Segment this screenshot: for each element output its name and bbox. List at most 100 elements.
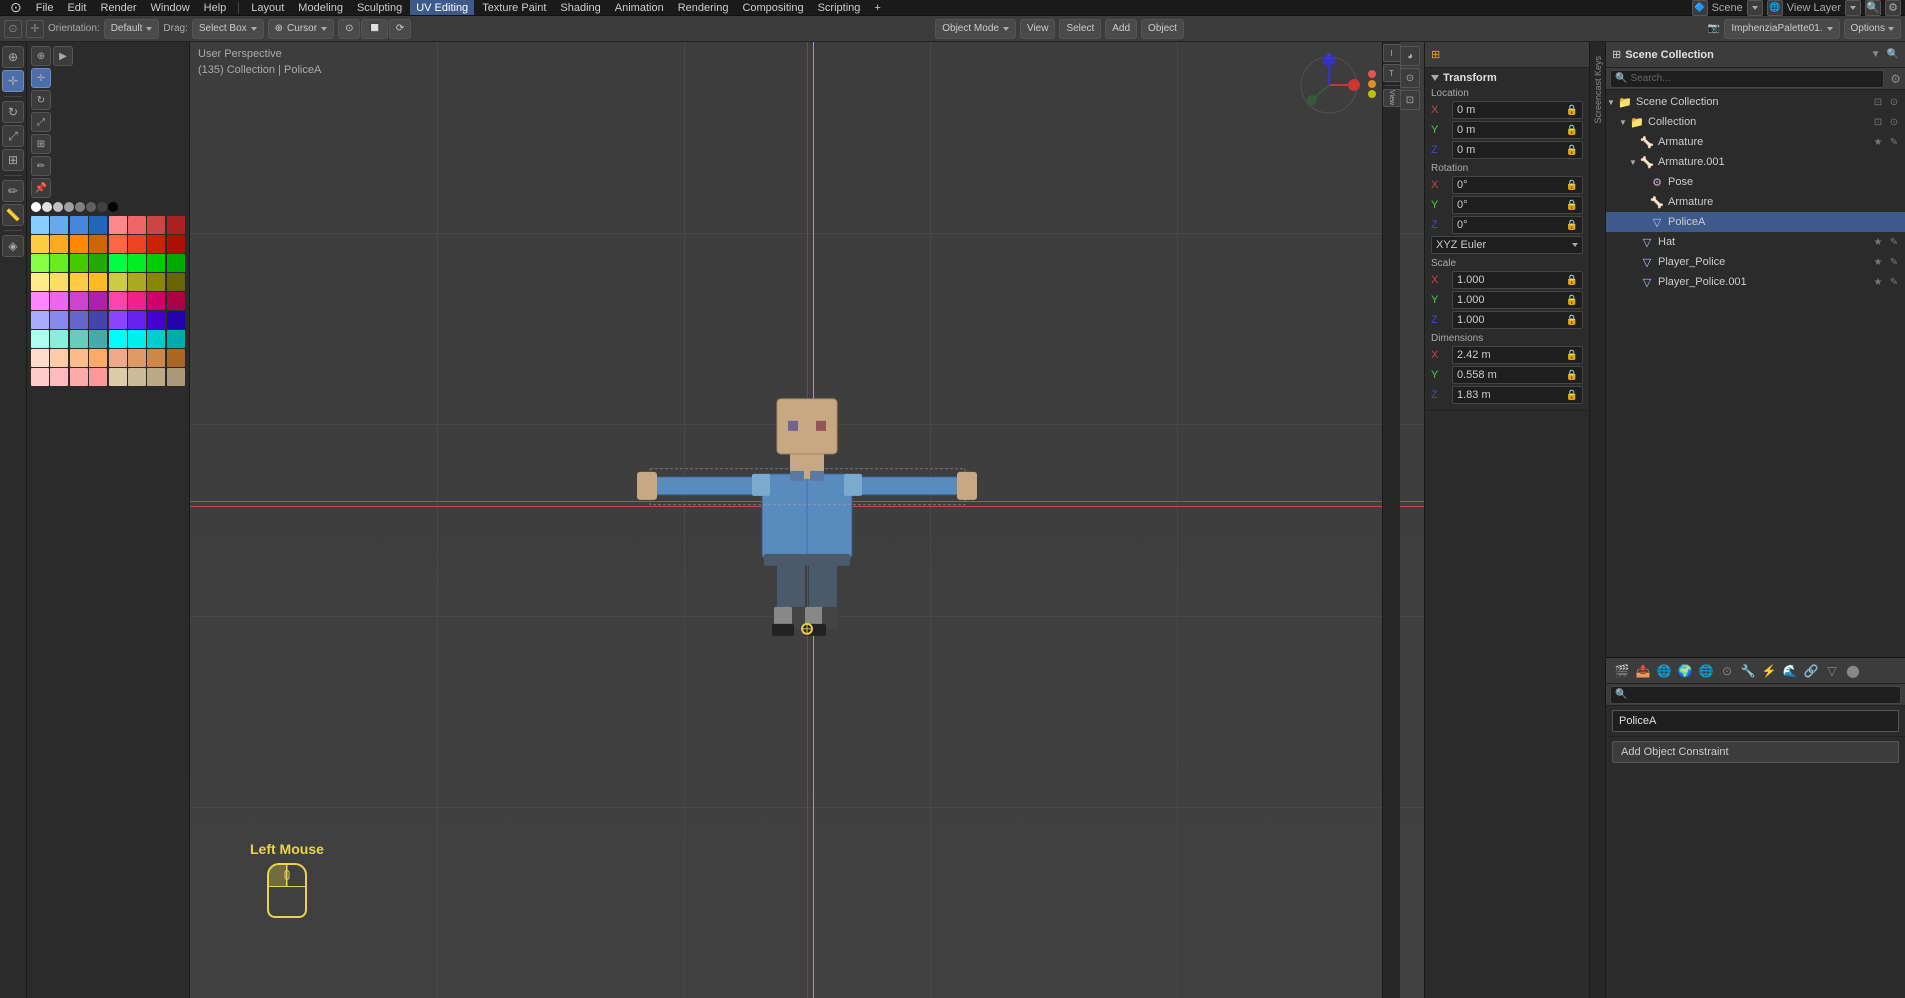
color-swatch-61[interactable] [109,349,127,367]
color-swatch-9[interactable] [31,235,49,253]
lock-icon-z[interactable]: 🔒 [1566,145,1578,156]
color-swatch-50[interactable] [50,330,68,348]
rotate-tool[interactable]: ↻ [2,101,24,123]
color-swatch-32[interactable] [167,273,185,291]
drag-mode-dropdown[interactable]: Select Box [192,19,264,39]
location-y-field[interactable]: 0 m 🔒 [1452,121,1583,139]
header-icon-1[interactable]: ⊙ [4,20,22,38]
dim-z-field[interactable]: 1.83 m 🔒 [1452,386,1583,404]
workspace-layout[interactable]: Layout [245,0,290,15]
color-swatch-70[interactable] [128,368,146,386]
outliner-pose[interactable]: ⚙ Pose [1606,172,1905,192]
color-swatch-14[interactable] [128,235,146,253]
workspace-modeling[interactable]: Modeling [292,0,349,15]
transform-btn[interactable]: ⟳ [389,19,411,39]
uv-annotate-tool[interactable]: ✏ [31,156,51,176]
scale-z-field[interactable]: 1.000 🔒 [1452,311,1583,329]
color-swatch-66[interactable] [50,368,68,386]
outliner-search-icon[interactable]: 🔍 [1887,49,1899,60]
color-swatch-27[interactable] [70,273,88,291]
color-swatch-49[interactable] [31,330,49,348]
player-star[interactable]: ★ [1871,255,1885,269]
select-menu-btn[interactable]: Select [1059,19,1101,39]
color-swatch-19[interactable] [70,254,88,272]
color-swatch-69[interactable] [109,368,127,386]
object-mode-dropdown[interactable]: Object Mode [935,19,1016,39]
color-swatch-60[interactable] [89,349,107,367]
outliner-scene-collection[interactable]: ▼ 📁 Scene Collection ⊡ ⊙ [1606,92,1905,112]
scale-tool[interactable]: ⤢ [2,125,24,147]
coll-exclude[interactable]: ⊡ [1871,115,1885,129]
workspace-texture-paint[interactable]: Texture Paint [476,0,552,15]
color-swatch-34[interactable] [50,292,68,310]
swatch-g2[interactable] [75,202,85,212]
particles-props-icon[interactable]: ⚡ [1759,661,1779,681]
physics-props-icon[interactable]: 🌊 [1780,661,1800,681]
rotation-z-field[interactable]: 0° 🔒 [1452,216,1583,234]
menu-window[interactable]: Window [145,0,196,15]
uv-scale-tool[interactable]: ⤢ [31,112,51,132]
swatch-dg[interactable] [97,202,107,212]
object-menu-btn[interactable]: Object [1141,19,1184,39]
menu-edit[interactable]: Edit [61,0,92,15]
coll-holdout[interactable]: ⊙ [1887,115,1901,129]
color-swatch-25[interactable] [31,273,49,291]
lock-ry[interactable]: 🔒 [1566,200,1578,211]
tool-btn-side[interactable]: T [1383,64,1401,82]
color-swatch-56[interactable] [167,330,185,348]
color-swatch-37[interactable] [109,292,127,310]
workspace-rendering[interactable]: Rendering [672,0,735,15]
uv-rotate-tool[interactable]: ↻ [31,90,51,110]
swatch-white[interactable] [31,202,41,212]
cursor-tool[interactable]: ⊕ [2,46,24,68]
workspace-shading[interactable]: Shading [554,0,606,15]
dim-x-field[interactable]: 2.42 m 🔒 [1452,346,1583,364]
menu-render[interactable]: Render [94,0,142,15]
move-icon[interactable]: ✛ [26,20,44,38]
outliner-collection[interactable]: ▼ 📁 Collection ⊡ ⊙ [1606,112,1905,132]
view-layer-selector[interactable] [1845,0,1861,16]
annotate-tool[interactable]: ✏ [2,180,24,202]
rotation-y-field[interactable]: 0° 🔒 [1452,196,1583,214]
lock-rz[interactable]: 🔒 [1566,220,1578,231]
color-swatch-5[interactable] [109,216,127,234]
color-swatch-24[interactable] [167,254,185,272]
outliner-search[interactable]: 🔍 Search... [1610,70,1884,88]
swatch-lg[interactable] [42,202,52,212]
swatch-black[interactable] [108,202,118,212]
color-swatch-46[interactable] [128,311,146,329]
scale-x-field[interactable]: 1.000 🔒 [1452,271,1583,289]
output-props-icon[interactable]: 📤 [1633,661,1653,681]
color-swatch-62[interactable] [128,349,146,367]
color-swatch-23[interactable] [147,254,165,272]
modifier-props-icon[interactable]: 🔧 [1738,661,1758,681]
view-layer-props-icon[interactable]: 🌐 [1654,661,1674,681]
filter-icon[interactable]: ⚙ [1885,0,1901,16]
color-swatch-48[interactable] [167,311,185,329]
color-swatch-31[interactable] [147,273,165,291]
material-props-icon[interactable]: ⬤ [1843,661,1863,681]
engine-icon[interactable]: 🔷 [1692,0,1708,16]
color-swatch-63[interactable] [147,349,165,367]
color-swatch-51[interactable] [70,330,88,348]
color-swatch-55[interactable] [147,330,165,348]
color-swatch-39[interactable] [147,292,165,310]
blender-icon[interactable]: ⊙ [4,0,28,15]
color-swatch-30[interactable] [128,273,146,291]
search-icon[interactable]: 🔍 [1865,0,1881,16]
color-swatch-40[interactable] [167,292,185,310]
color-swatch-42[interactable] [50,311,68,329]
color-swatch-15[interactable] [147,235,165,253]
color-swatch-36[interactable] [89,292,107,310]
uv-transform-tool[interactable]: ⊞ [31,134,51,154]
orientation-dropdown[interactable]: Default [104,19,160,39]
snap-btn[interactable]: 🔲 [361,19,387,39]
color-swatch-1[interactable] [31,216,49,234]
color-swatch-8[interactable] [167,216,185,234]
color-swatch-17[interactable] [31,254,49,272]
color-swatch-59[interactable] [70,349,88,367]
lock-rx[interactable]: 🔒 [1566,180,1578,191]
workspace-add[interactable]: + [868,0,886,15]
file-dropdown[interactable]: ImphenziaPalette01. [1724,19,1839,39]
world-props-icon[interactable]: 🌐 [1696,661,1716,681]
